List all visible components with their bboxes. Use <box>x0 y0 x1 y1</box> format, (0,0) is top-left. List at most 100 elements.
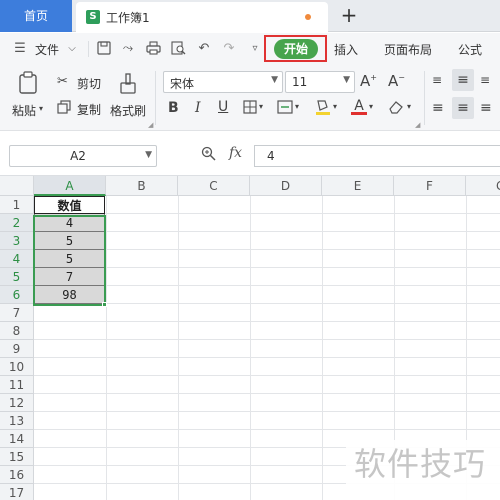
row-header-10[interactable]: 10 <box>0 358 34 376</box>
increase-font-icon[interactable]: A+ <box>360 72 377 90</box>
fill-handle[interactable] <box>102 302 107 307</box>
row-header-17[interactable]: 17 <box>0 484 34 500</box>
row-header-1[interactable]: 1 <box>0 196 34 214</box>
tab-bar: 首页 S 工作簿1 + <box>0 0 500 32</box>
chevron-down-icon: ▼ <box>343 75 350 85</box>
grid-line <box>34 321 500 322</box>
column-header-e[interactable]: E <box>322 176 394 196</box>
tab-document[interactable]: S 工作簿1 <box>76 2 328 32</box>
dialog-launcher-icon[interactable]: ◢ <box>148 121 153 129</box>
copy-label[interactable]: 复制 <box>77 101 101 118</box>
row-header-11[interactable]: 11 <box>0 376 34 394</box>
italic-icon[interactable]: I <box>195 100 201 116</box>
tab-home[interactable]: 首页 <box>0 0 72 32</box>
chevron-down-icon[interactable]: ▼ <box>145 150 152 160</box>
fill-color-icon[interactable] <box>314 98 332 119</box>
row-header-8[interactable]: 8 <box>0 322 34 340</box>
chevron-down-icon[interactable]: ▾ <box>259 102 263 111</box>
paste-icon[interactable] <box>18 71 40 95</box>
column-header-f[interactable]: F <box>394 176 466 196</box>
document-title: 工作簿1 <box>106 11 150 25</box>
redo-icon[interactable]: ↷ <box>221 41 237 57</box>
ribbon-tab-formula[interactable]: 公式 <box>458 41 482 58</box>
row-header-9[interactable]: 9 <box>0 340 34 358</box>
hamburger-menu-icon[interactable]: ☰ <box>12 41 28 57</box>
dialog-launcher-icon[interactable]: ◢ <box>415 121 420 129</box>
font-name-select[interactable]: 宋体 ▼ <box>163 71 283 93</box>
new-tab-button[interactable]: + <box>338 3 360 27</box>
column-header-c[interactable]: C <box>178 176 250 196</box>
align-top-icon[interactable]: ≡ <box>432 73 442 87</box>
function-icon[interactable]: fx <box>229 145 242 161</box>
row-header-15[interactable]: 15 <box>0 448 34 466</box>
formula-value: 4 <box>267 149 275 163</box>
grid-line <box>34 375 500 376</box>
chevron-down-icon[interactable]: ▾ <box>295 102 299 111</box>
row-header-4[interactable]: 4 <box>0 250 34 268</box>
chevron-down-icon[interactable]: ▾ <box>333 102 337 111</box>
chevron-down-icon[interactable]: ⌵ <box>64 41 80 57</box>
column-header-d[interactable]: D <box>250 176 322 196</box>
row-header-6[interactable]: 6 <box>0 286 34 304</box>
ribbon-tab-page-layout[interactable]: 页面布局 <box>384 41 432 58</box>
grid-line <box>34 339 500 340</box>
underline-icon[interactable]: U <box>218 99 228 115</box>
font-size-select[interactable]: 11 ▼ <box>285 71 355 93</box>
spreadsheet-icon: S <box>86 10 100 24</box>
paste-dropdown-icon[interactable]: ▾ <box>39 104 43 113</box>
export-icon[interactable]: ⤳ <box>120 41 136 57</box>
font-size-value: 11 <box>292 75 308 89</box>
select-all-corner[interactable] <box>0 176 34 196</box>
align-bottom-icon[interactable]: ≡ <box>480 73 490 87</box>
cut-label[interactable]: 剪切 <box>77 75 101 92</box>
chevron-down-icon[interactable]: ▾ <box>407 102 411 111</box>
watermark: 软件技巧 <box>346 440 500 500</box>
quick-access-dropdown-icon[interactable]: ▿ <box>247 41 263 57</box>
zoom-icon[interactable] <box>201 146 216 165</box>
divider <box>155 71 156 125</box>
row-header-13[interactable]: 13 <box>0 412 34 430</box>
font-color-icon[interactable]: A <box>351 98 367 115</box>
save-icon[interactable] <box>96 41 112 57</box>
grid-line <box>106 196 107 500</box>
highlight-box <box>264 35 327 62</box>
row-header-7[interactable]: 7 <box>0 304 34 322</box>
scissors-icon[interactable]: ✂ <box>57 74 68 89</box>
column-header-b[interactable]: B <box>106 176 178 196</box>
menu-file[interactable]: 文件 <box>35 41 59 58</box>
column-header-bar: A B C D E F G <box>0 176 500 196</box>
align-middle-icon[interactable]: ≡ <box>452 69 474 91</box>
name-box[interactable]: A2 ▼ <box>9 145 157 167</box>
row-header-3[interactable]: 3 <box>0 232 34 250</box>
row-header-16[interactable]: 16 <box>0 466 34 484</box>
row-header-5[interactable]: 5 <box>0 268 34 286</box>
paste-label[interactable]: 粘贴 <box>12 102 36 119</box>
bold-icon[interactable]: B <box>168 100 179 116</box>
unsaved-indicator <box>305 14 311 20</box>
merge-cells-icon[interactable] <box>277 100 293 117</box>
formula-bar: A2 ▼ fx 4 <box>0 131 500 176</box>
format-painter-icon[interactable] <box>118 73 138 98</box>
copy-icon[interactable] <box>57 100 71 117</box>
cell-a1[interactable]: 数值 <box>34 196 105 214</box>
eraser-icon[interactable] <box>388 100 404 117</box>
print-preview-icon[interactable] <box>170 41 186 57</box>
decrease-font-icon[interactable]: A− <box>388 72 405 90</box>
row-header-12[interactable]: 12 <box>0 394 34 412</box>
ribbon-tab-insert[interactable]: 插入 <box>334 41 358 58</box>
formula-input[interactable]: 4 <box>254 145 500 167</box>
row-header-2[interactable]: 2 <box>0 214 34 232</box>
align-center-icon[interactable]: ≡ <box>452 97 474 119</box>
column-header-g[interactable]: G <box>466 176 500 196</box>
row-header-14[interactable]: 14 <box>0 430 34 448</box>
grid-line <box>322 196 323 500</box>
format-painter-label[interactable]: 格式刷 <box>110 102 146 119</box>
align-left-icon[interactable]: ≡ <box>432 100 444 116</box>
border-icon[interactable] <box>243 100 257 117</box>
chevron-down-icon: ▼ <box>271 75 278 85</box>
align-right-icon[interactable]: ≡ <box>480 100 492 116</box>
print-icon[interactable] <box>145 41 161 57</box>
undo-icon[interactable]: ↶ <box>196 41 212 57</box>
chevron-down-icon[interactable]: ▾ <box>369 102 373 111</box>
column-header-a[interactable]: A <box>34 176 106 196</box>
